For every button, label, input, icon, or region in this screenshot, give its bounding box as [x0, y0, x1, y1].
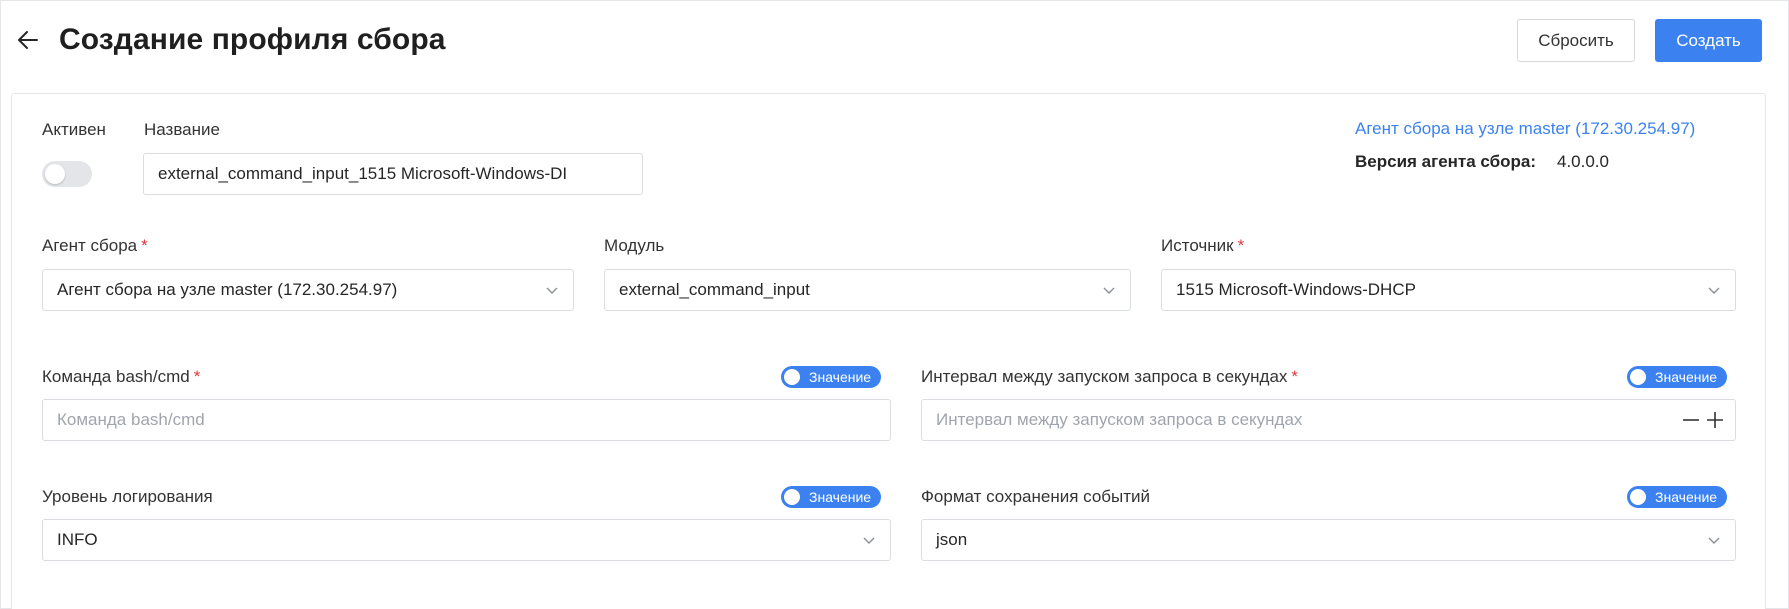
format-select[interactable]: json: [921, 519, 1736, 561]
toggle-knob: [784, 489, 800, 505]
value-toggle-label: Значение: [809, 369, 872, 385]
required-mark: *: [1291, 367, 1299, 386]
command-input[interactable]: Команда bash/cmd: [42, 399, 891, 441]
toggle-knob: [1630, 489, 1646, 505]
minus-icon: [1683, 419, 1699, 421]
format-field-label: Формат сохранения событий: [921, 487, 1151, 506]
source-field-label-text: Источник: [1161, 236, 1234, 255]
active-toggle[interactable]: [42, 161, 92, 187]
required-mark: *: [193, 367, 201, 386]
module-field-label: Модуль: [604, 236, 665, 255]
format-value-toggle[interactable]: Значение: [1627, 486, 1728, 508]
required-mark: *: [141, 236, 148, 255]
interval-input[interactable]: Интервал между запуском запроса в секунд…: [921, 399, 1736, 441]
chevron-down-icon: [546, 287, 558, 294]
source-field-label: Источник *: [1161, 235, 1244, 257]
name-label: Название: [144, 120, 220, 139]
arrow-left-icon: [18, 31, 38, 49]
agent-link[interactable]: Агент сбора на узле master (172.30.254.9…: [1355, 119, 1695, 139]
log-level-field-label: Уровень логирования: [42, 487, 213, 506]
log-level-select[interactable]: INFO: [42, 519, 891, 561]
command-field-label-text: Команда bash/cmd: [42, 367, 190, 386]
value-toggle-label: Значение: [1655, 489, 1718, 505]
chevron-down-icon: [1103, 287, 1115, 294]
toggle-knob: [1630, 369, 1646, 385]
name-input[interactable]: external_command_input_1515 Microsoft-Wi…: [143, 153, 643, 195]
format-select-value: json: [936, 530, 968, 549]
log-level-value-toggle[interactable]: Значение: [781, 486, 882, 508]
page: Создание профиля сбора Сбросить Создать …: [0, 0, 1789, 609]
required-mark: *: [1237, 236, 1245, 255]
chevron-down-icon: [1708, 287, 1720, 294]
toggle-knob: [784, 369, 800, 385]
source-select[interactable]: 1515 Microsoft-Windows-DHCP: [1161, 269, 1736, 311]
increment-button[interactable]: [1704, 409, 1726, 431]
source-select-value: 1515 Microsoft-Windows-DHCP: [1176, 280, 1416, 299]
interval-field-label-text: Интервал между запуском запроса в секунд…: [921, 367, 1288, 386]
agent-select[interactable]: Агент сбора на узле master (172.30.254.9…: [42, 269, 574, 311]
interval-value-toggle[interactable]: Значение: [1627, 366, 1728, 388]
command-value-toggle[interactable]: Значение: [781, 366, 882, 388]
interval-input-placeholder: Интервал между запуском запроса в секунд…: [936, 410, 1303, 429]
reset-button[interactable]: Сбросить: [1517, 19, 1635, 62]
create-button[interactable]: Создать: [1655, 19, 1762, 62]
agent-version-label: Версия агента сбора:: [1355, 152, 1537, 171]
agent-select-value: Агент сбора на узле master (172.30.254.9…: [57, 280, 398, 299]
agent-field-label-text: Агент сбора: [42, 236, 138, 255]
value-toggle-label: Значение: [1655, 369, 1718, 385]
toggle-knob: [45, 164, 65, 184]
agent-field-label: Агент сбора *: [42, 235, 148, 257]
page-title: Создание профиля сбора: [59, 23, 446, 56]
decrement-button[interactable]: [1680, 409, 1702, 431]
active-label: Активен: [42, 120, 106, 139]
back-button[interactable]: [13, 25, 43, 55]
command-field-label: Команда bash/cmd *: [42, 366, 200, 388]
module-select[interactable]: external_command_input: [604, 269, 1131, 311]
interval-field-label: Интервал между запуском запроса в секунд…: [921, 366, 1298, 388]
module-select-value: external_command_input: [619, 280, 810, 299]
log-level-select-value: INFO: [57, 530, 98, 549]
chevron-down-icon: [1708, 537, 1720, 544]
chevron-down-icon: [863, 537, 875, 544]
value-toggle-label: Значение: [809, 489, 872, 505]
agent-version-value: 4.0.0.0: [1557, 152, 1609, 171]
plus-icon: [1707, 412, 1723, 428]
